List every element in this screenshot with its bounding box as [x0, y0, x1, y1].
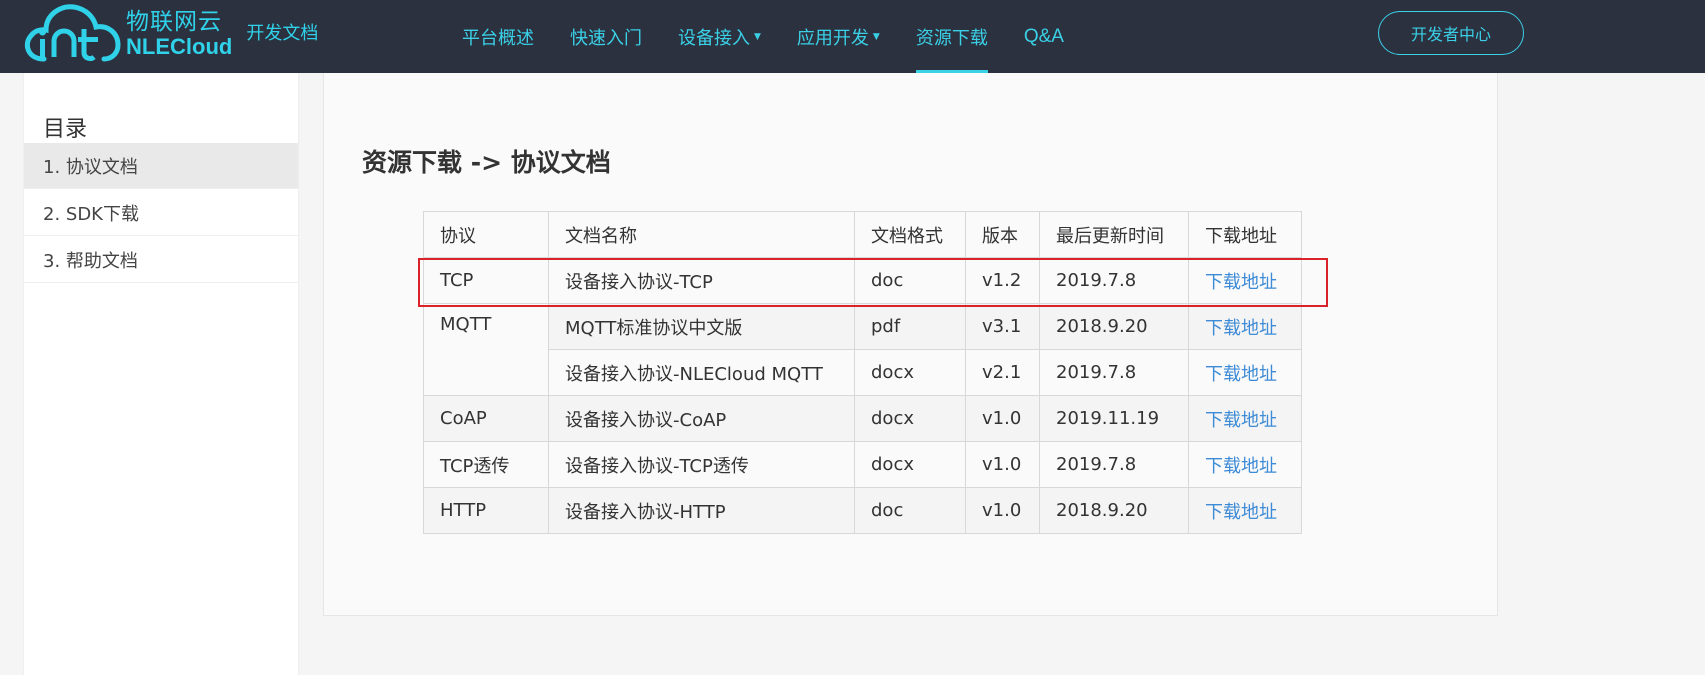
cell-format: docx [854, 441, 966, 488]
toc-item-sdk-download[interactable]: 2. SDK下载 [24, 190, 298, 236]
cell-version: v1.0 [965, 441, 1040, 488]
column-header: 协议 [423, 211, 549, 258]
download-link[interactable]: 下载地址 [1205, 272, 1277, 293]
download-link[interactable]: 下载地址 [1205, 410, 1277, 431]
cell-format: docx [854, 395, 966, 442]
content-panel: 资源下载 -> 协议文档 协议 文档名称 文档格式 版本 最后更新时间 下载地址… [323, 73, 1498, 616]
cell-download: 下载地址 [1188, 303, 1302, 350]
cell-version: v1.0 [965, 395, 1040, 442]
nav-app-dev[interactable]: 应用开发 ▼ [779, 0, 898, 73]
cell-updated: 2019.11.19 [1039, 395, 1189, 442]
cell-doc-name: 设备接入协议-TCP [548, 257, 855, 304]
toc-title: 目录 [43, 117, 88, 142]
cell-download: 下载地址 [1188, 441, 1302, 488]
table-row: 设备接入协议-NLECloud MQTT docx v2.1 2019.7.8 … [424, 349, 1302, 396]
nav-quickstart[interactable]: 快速入门 [552, 0, 660, 73]
cell-doc-name: 设备接入协议-HTTP [548, 487, 855, 534]
toc-item-protocol-docs[interactable]: 1. 协议文档 [24, 143, 298, 189]
table-header-row: 协议 文档名称 文档格式 版本 最后更新时间 下载地址 [423, 211, 1302, 258]
cell-download: 下载地址 [1188, 395, 1302, 442]
column-header: 版本 [965, 211, 1040, 258]
cell-protocol: MQTT [423, 303, 549, 396]
cell-download: 下载地址 [1188, 487, 1302, 534]
cell-format: pdf [854, 303, 966, 350]
nav-overview[interactable]: 平台概述 [444, 0, 552, 73]
site-logo[interactable]: 物联网云 NLECloud 开发文档 [22, 0, 318, 68]
nav-downloads[interactable]: 资源下载 [898, 0, 1006, 73]
logo-subtitle: 开发文档 [246, 23, 319, 44]
column-header: 最后更新时间 [1039, 211, 1189, 258]
cell-doc-name: 设备接入协议-NLECloud MQTT [548, 349, 855, 396]
cell-updated: 2018.9.20 [1039, 487, 1189, 534]
cell-doc-name: 设备接入协议-TCP透传 [548, 441, 855, 488]
cell-protocol: CoAP [423, 395, 549, 442]
top-navbar: 物联网云 NLECloud 开发文档 平台概述 快速入门 设备接入 ▼ 应用开发 ▼… [0, 0, 1705, 73]
table-row: TCP透传 设备接入协议-TCP透传 docx v1.0 2019.7.8 下载… [423, 441, 1302, 488]
cell-format: doc [854, 487, 966, 534]
download-link[interactable]: 下载地址 [1205, 318, 1277, 339]
logo-en: NLECloud [126, 33, 233, 59]
logo-text: 物联网云 NLECloud [126, 10, 232, 57]
cell-protocol: HTTP [423, 487, 549, 534]
cell-updated: 2019.7.8 [1039, 441, 1189, 488]
cell-version: v1.2 [965, 257, 1040, 304]
column-header: 下载地址 [1188, 211, 1302, 258]
table-row: TCP 设备接入协议-TCP doc v1.2 2019.7.8 下载地址 [423, 257, 1302, 304]
cell-format: docx [854, 349, 966, 396]
caret-down-icon: ▼ [872, 31, 880, 42]
download-link[interactable]: 下载地址 [1205, 456, 1277, 477]
table-row: CoAP 设备接入协议-CoAP docx v1.0 2019.11.19 下载… [423, 395, 1302, 442]
toc-sidebar: 目录 1. 协议文档 2. SDK下载 3. 帮助文档 [24, 73, 298, 675]
cell-format: doc [854, 257, 966, 304]
cell-version: v3.1 [965, 303, 1040, 350]
nav-qa[interactable]: Q&A [1006, 0, 1082, 73]
cloud-iot-logo-icon [24, 4, 121, 62]
column-header: 文档格式 [854, 211, 966, 258]
page-title: 资源下载 -> 协议文档 [362, 148, 611, 177]
protocol-docs-table: 协议 文档名称 文档格式 版本 最后更新时间 下载地址 TCP 设备接入协议-T… [423, 211, 1302, 534]
column-header: 文档名称 [548, 211, 855, 258]
cell-protocol: TCP [423, 257, 549, 304]
logo-cn: 物联网云 [126, 9, 222, 36]
cell-download: 下载地址 [1188, 257, 1302, 304]
nav-device-access[interactable]: 设备接入 ▼ [660, 0, 779, 73]
caret-down-icon: ▼ [754, 31, 761, 42]
download-link[interactable]: 下载地址 [1205, 364, 1277, 385]
cell-download: 下载地址 [1188, 349, 1302, 396]
cell-protocol: TCP透传 [423, 441, 549, 488]
cell-updated: 2018.9.20 [1039, 303, 1189, 350]
table-row: MQTT MQTT标准协议中文版 pdf v3.1 2018.9.20 下载地址 [423, 303, 1302, 396]
cell-doc-name: 设备接入协议-CoAP [548, 395, 855, 442]
developer-center-button[interactable]: 开发者中心 [1378, 11, 1524, 55]
download-link[interactable]: 下载地址 [1205, 502, 1277, 523]
cell-updated: 2019.7.8 [1039, 257, 1189, 304]
cell-updated: 2019.7.8 [1039, 349, 1189, 396]
cell-doc-name: MQTT标准协议中文版 [548, 303, 855, 350]
cell-version: v2.1 [965, 349, 1040, 396]
cell-version: v1.0 [965, 487, 1040, 534]
table-row: HTTP 设备接入协议-HTTP doc v1.0 2018.9.20 下载地址 [423, 487, 1302, 534]
toc-item-help-docs[interactable]: 3. 帮助文档 [24, 237, 298, 283]
main-nav: 平台概述 快速入门 设备接入 ▼ 应用开发 ▼ 资源下载 Q&A [444, 0, 1082, 73]
